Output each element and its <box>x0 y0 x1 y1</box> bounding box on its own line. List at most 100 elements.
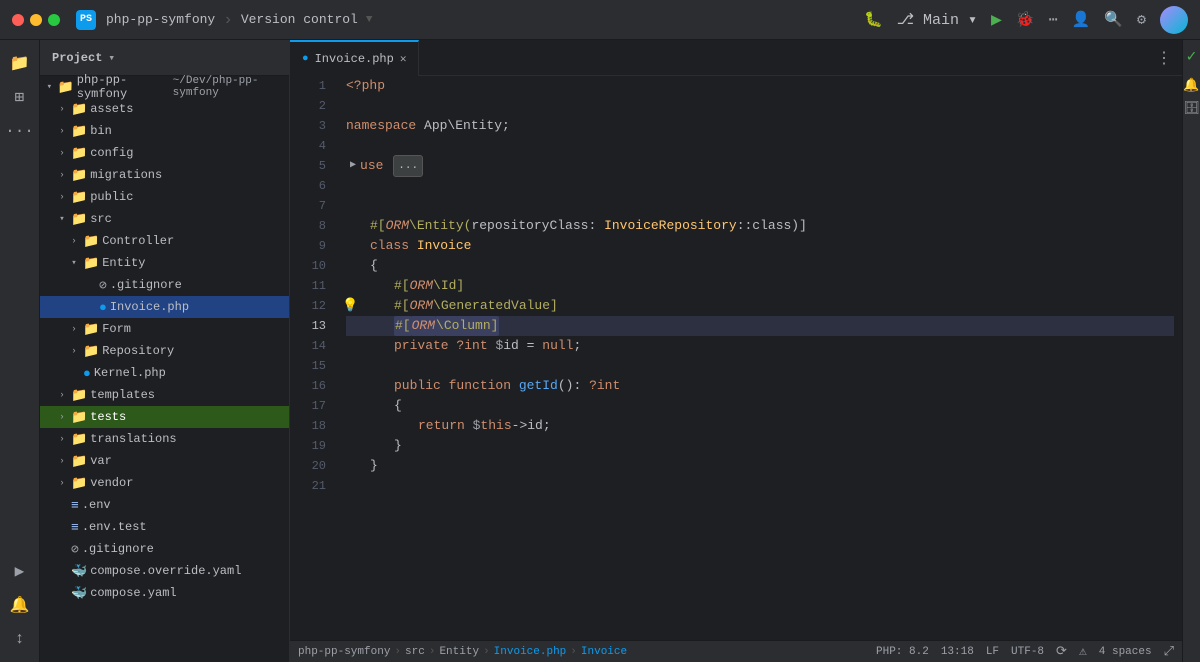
git-icon[interactable]: ↕ <box>5 624 35 654</box>
warning-icon[interactable]: ⚠ <box>1079 644 1087 659</box>
use-folded-indicator[interactable]: ... <box>393 155 423 177</box>
class-brace-open: { <box>370 256 378 276</box>
git-status-icon[interactable]: ⟳ <box>1056 644 1067 659</box>
orm-col-orm: ORM <box>412 316 435 336</box>
tree-item-controller[interactable]: › 📁 Controller <box>40 230 289 252</box>
settings-icon[interactable]: ⚙ <box>1137 10 1146 29</box>
templates-label: templates <box>90 388 155 402</box>
more-tools-icon[interactable]: ··· <box>5 116 35 146</box>
lightbulb-icon[interactable]: 💡 <box>342 296 358 316</box>
tree-item-gitignore-entity[interactable]: ⊘ .gitignore <box>40 274 289 296</box>
fn-brace-close: } <box>394 436 402 456</box>
tree-item-gitignore-root[interactable]: ⊘ .gitignore <box>40 538 289 560</box>
code-line-19: } <box>346 436 1174 456</box>
ln-9: 9 <box>290 236 338 256</box>
tests-arrow: › <box>56 412 68 422</box>
expand-icon[interactable]: ⤢ <box>1164 644 1174 659</box>
search-icon[interactable]: 🔍 <box>1104 10 1123 29</box>
var-arrow: › <box>56 456 68 466</box>
editor-menu-button[interactable]: ⋮ <box>1146 48 1182 68</box>
tree-item-src[interactable]: ▾ 📁 src <box>40 208 289 230</box>
database-icon[interactable]: 🗄 <box>1183 101 1200 116</box>
run-icon[interactable]: ▶ <box>5 556 35 586</box>
notification-bell-icon[interactable]: 🔔 <box>1183 78 1199 93</box>
status-line-ending[interactable]: LF <box>986 646 999 658</box>
code-line-21 <box>346 476 1174 496</box>
var-folder-icon: 📁 <box>71 454 87 469</box>
bin-folder-icon: 📁 <box>71 124 87 139</box>
code-line-8: #[ORM\Entity(repositoryClass: InvoiceRep… <box>346 216 1174 236</box>
vcs-icon[interactable]: ⎇ Main ▾ <box>897 10 977 29</box>
project-name[interactable]: php-pp-symfony <box>106 12 215 27</box>
tree-item-translations[interactable]: › 📁 translations <box>40 428 289 450</box>
code-line-10: { <box>346 256 1174 276</box>
tab-php-icon: ● <box>302 53 309 65</box>
title-icons: 🐛 ⎇ Main ▾ ▶ 🐞 ⋯ 👤 🔍 ⚙ <box>864 6 1188 34</box>
tab-close-button[interactable]: ✕ <box>400 52 407 66</box>
tree-item-form[interactable]: › 📁 Form <box>40 318 289 340</box>
tree-item-tests[interactable]: › 📁 tests <box>40 406 289 428</box>
tree-item-config[interactable]: › 📁 config <box>40 142 289 164</box>
close-button[interactable] <box>12 14 24 26</box>
tree-item-compose-override[interactable]: 🐳 compose.override.yaml <box>40 560 289 582</box>
folder-icon[interactable]: 📁 <box>5 48 35 78</box>
entity-arrow: ▾ <box>68 258 80 268</box>
breadcrumb: php-pp-symfony › src › Entity › Invoice.… <box>298 646 627 658</box>
avatar <box>1160 6 1188 34</box>
vendor-label: vendor <box>90 476 133 490</box>
tree-root[interactable]: ▾ 📁 php-pp-symfony ~/Dev/php-pp-symfony <box>40 76 289 98</box>
breadcrumb-file: Invoice.php <box>494 646 567 658</box>
run-button[interactable]: ▶ <box>991 9 1002 31</box>
tree-item-env[interactable]: ≡ .env <box>40 494 289 516</box>
compose-yaml-label: compose.yaml <box>90 586 176 600</box>
class-kw: class <box>370 236 417 256</box>
tree-item-bin[interactable]: › 📁 bin <box>40 120 289 142</box>
tree-item-entity[interactable]: ▾ 📁 Entity <box>40 252 289 274</box>
php-open-tag: <?php <box>346 76 385 96</box>
tree-item-repository[interactable]: › 📁 Repository <box>40 340 289 362</box>
code-editor[interactable]: 1 2 3 4 5 6 7 8 9 10 11 12 13 14 15 16 1… <box>290 76 1182 640</box>
public-kw-16: public <box>394 376 449 396</box>
tree-item-compose-yaml[interactable]: 🐳 compose.yaml <box>40 582 289 604</box>
debug-icon[interactable]: 🐞 <box>1016 10 1035 29</box>
status-line-col[interactable]: 13:18 <box>941 646 974 658</box>
structure-icon[interactable]: ⊞ <box>5 82 35 112</box>
status-indent[interactable]: 4 spaces <box>1099 646 1152 658</box>
ln-8: 8 <box>290 216 338 236</box>
breadcrumb-entity: Entity <box>439 646 479 658</box>
form-arrow: › <box>68 324 80 334</box>
maximize-button[interactable] <box>48 14 60 26</box>
repository-arrow: › <box>68 346 80 356</box>
project-dropdown[interactable]: ▾ <box>108 51 115 65</box>
class-name: Invoice <box>417 236 472 256</box>
status-encoding[interactable]: UTF-8 <box>1011 646 1044 658</box>
tab-invoice[interactable]: ● Invoice.php ✕ <box>290 40 419 76</box>
code-line-12: 💡 #[ORM\GeneratedValue] <box>346 296 1174 316</box>
tree-item-var[interactable]: › 📁 var <box>40 450 289 472</box>
user-icon[interactable]: 👤 <box>1072 10 1091 29</box>
version-control-menu[interactable]: Version control <box>241 12 358 27</box>
fold-arrow-5[interactable]: ▶ <box>346 156 360 176</box>
tree-item-migrations[interactable]: › 📁 migrations <box>40 164 289 186</box>
orm-id-orm: ORM <box>410 276 433 296</box>
ln-19: 19 <box>290 436 338 456</box>
notification-icon[interactable]: 🔔 <box>5 590 35 620</box>
repository-label: Repository <box>102 344 174 358</box>
tree-item-vendor[interactable]: › 📁 vendor <box>40 472 289 494</box>
tree-item-invoice[interactable]: ● Invoice.php <box>40 296 289 318</box>
more-icon[interactable]: ⋯ <box>1049 10 1058 29</box>
status-php-version[interactable]: PHP: 8.2 <box>876 646 929 658</box>
bug-icon[interactable]: 🐛 <box>864 10 883 29</box>
tree-item-templates[interactable]: › 📁 templates <box>40 384 289 406</box>
code-line-3: namespace App\Entity; <box>346 116 1174 136</box>
return-kw: return <box>418 416 473 436</box>
minimize-button[interactable] <box>30 14 42 26</box>
tree-item-assets[interactable]: › 📁 assets <box>40 98 289 120</box>
orm-entity-backslash: \Entity( <box>409 216 471 236</box>
orm-entity-class-ref: ::class)] <box>737 216 807 236</box>
code-content[interactable]: <?php namespace App\Entity; ▶ use ... <box>338 76 1182 640</box>
tree-item-kernel[interactable]: ● Kernel.php <box>40 362 289 384</box>
use-kw: use <box>360 156 391 176</box>
tree-item-public[interactable]: › 📁 public <box>40 186 289 208</box>
tree-item-env-test[interactable]: ≡ .env.test <box>40 516 289 538</box>
